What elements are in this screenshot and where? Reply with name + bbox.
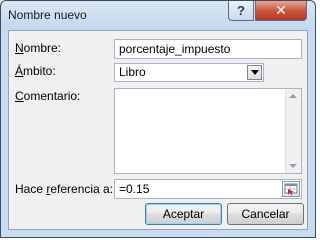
help-button[interactable]: ? — [228, 1, 254, 21]
dialog-body: Nombre: porcentaje_impuesto Ámbito: Libr… — [8, 30, 308, 230]
scope-label-accel: Á — [15, 64, 24, 78]
scroll-down-icon[interactable] — [289, 164, 297, 168]
scroll-up-icon[interactable] — [289, 94, 297, 98]
name-label-rest: ombre: — [23, 41, 62, 55]
name-label-accel: N — [15, 41, 24, 55]
scope-label: Ámbito: — [15, 64, 56, 78]
dialog-title: Nombre nuevo — [8, 8, 87, 22]
name-label: Nombre: — [15, 41, 61, 55]
refers-to-label: Hace referencia a: — [15, 182, 113, 196]
refers-to-label-before: Hace — [15, 182, 47, 196]
scope-select[interactable]: Libro — [114, 63, 264, 82]
ok-button[interactable]: Aceptar — [145, 203, 222, 225]
new-name-dialog: Nombre nuevo ? ✕ Nombre: porcentaje_impu… — [0, 0, 316, 238]
scope-select-value: Libro — [119, 65, 146, 79]
name-input[interactable]: porcentaje_impuesto — [114, 39, 302, 59]
close-button[interactable]: ✕ — [255, 1, 307, 21]
scope-label-rest: mbito: — [23, 64, 56, 78]
comment-label-accel: C — [15, 89, 24, 103]
range-selector-button[interactable] — [282, 181, 300, 197]
refers-to-input[interactable]: =0.15 — [114, 179, 302, 199]
refers-to-value: =0.15 — [119, 182, 150, 196]
comment-label: Comentario: — [15, 89, 80, 103]
comment-label-rest: omentario: — [23, 89, 81, 103]
collapse-dialog-icon — [284, 183, 298, 196]
chevron-down-icon[interactable] — [247, 65, 262, 80]
comment-textarea[interactable] — [114, 88, 302, 174]
comment-scrollbar[interactable] — [285, 89, 301, 173]
cancel-button[interactable]: Cancelar — [227, 203, 304, 225]
refers-to-label-after: eferencia a: — [50, 182, 114, 196]
